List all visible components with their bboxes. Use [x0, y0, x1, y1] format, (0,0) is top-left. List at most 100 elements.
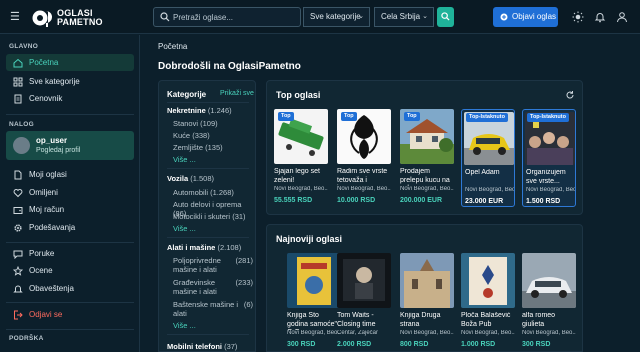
logo[interactable]: OGLASI PAMETNO — [32, 6, 112, 30]
top-badge: Top — [404, 112, 420, 121]
sidebar-item-my-ads[interactable]: Moji oglasi — [6, 166, 134, 183]
category-item[interactable]: Baštenske mašine i alati (6) — [173, 300, 253, 318]
logout-label: Odjavi se — [29, 310, 63, 319]
ad-location: Novi Beograd, Beo... — [337, 186, 391, 192]
ad-location: Novi Beograd, Beo... — [287, 330, 341, 336]
category-item[interactable]: Građevinske mašine i alati (233) — [173, 278, 253, 296]
refresh-icon[interactable] — [565, 90, 575, 100]
ad-card-featured[interactable]: Top-Istaknuto Opel Adam Novi Beograd, Be… — [461, 109, 515, 207]
ad-location: Centar, Zaječar — [337, 330, 379, 336]
sidebar-item-account[interactable]: Moj račun — [6, 201, 134, 218]
ad-location: Novi Beograd, Beo... — [400, 186, 454, 192]
logout-button[interactable]: Odjavi se — [6, 306, 134, 323]
category-item[interactable]: Kuće (338) — [173, 131, 253, 140]
page-title: Dobrodošli na OglasiPametno — [158, 61, 301, 72]
star-icon — [13, 266, 23, 276]
ad-title: Sjajan lego set zeleni! — [274, 168, 320, 184]
ad-title: Prodajem prelepu kucu na selu — [400, 168, 450, 186]
divider — [6, 329, 134, 330]
section-title-support: PODRŠKA — [9, 335, 44, 342]
divider — [6, 242, 134, 243]
category-group-real-estate[interactable]: Nekretnine (1.246) — [167, 106, 232, 115]
sidebar-item-home[interactable]: Početna — [6, 54, 134, 71]
categories-title: Kategorije — [167, 90, 207, 99]
view-profile-link: Pogledaj profil — [36, 147, 81, 154]
grid-icon — [13, 77, 23, 87]
chat-icon — [13, 250, 23, 259]
category-group-vehicles[interactable]: Vozila (1.508) — [167, 174, 214, 183]
category-item[interactable]: Stanovi (109) — [173, 119, 253, 128]
ad-location: Novi Beograd, Beo... — [400, 330, 454, 336]
category-item[interactable]: Zemljište (135) — [173, 143, 253, 152]
wallet-icon — [13, 207, 23, 214]
search-button[interactable] — [437, 7, 454, 27]
post-ad-label: Objavi oglas — [512, 12, 557, 21]
sidebar-item-pricing[interactable]: Cenovnik — [6, 90, 134, 107]
ad-price: 1.500 RSD — [526, 198, 561, 205]
show-all-link[interactable]: Prikaži sve — [220, 90, 254, 97]
ad-image-record — [461, 253, 515, 308]
sidebar-item-all-categories[interactable]: Sve kategorije — [6, 73, 134, 90]
home-icon — [13, 58, 23, 68]
ad-title: Organizujem sve vrste... — [526, 169, 566, 185]
more-link[interactable]: Više ... — [173, 321, 196, 330]
categories-panel: Kategorije Prikaži sve Nekretnine (1.246… — [158, 80, 256, 352]
ad-price: 55.555 RSD — [274, 197, 313, 204]
ad-price: 300 RSD — [522, 341, 551, 348]
ad-price: 23.000 EUR — [465, 198, 504, 205]
top-ads-title: Top oglasi — [276, 90, 321, 100]
newest-ads-title: Najnoviji oglasi — [276, 234, 343, 244]
ad-price: 300 RSD — [287, 341, 316, 348]
more-link[interactable]: Više ... — [173, 224, 196, 233]
category-group-tools[interactable]: Alati i mašine (2.108) — [167, 243, 241, 252]
sidebar-item-notifications[interactable]: Obaveštenja — [6, 280, 134, 297]
breadcrumb[interactable]: Početna — [158, 42, 187, 51]
divider — [167, 168, 249, 169]
sidebar-item-label: Ocene — [29, 266, 53, 275]
ad-title: alfa romeo giulieta — [522, 312, 556, 328]
ad-price: 2.000 RSD — [337, 341, 372, 348]
theme-sun-icon[interactable] — [572, 11, 584, 23]
location-select[interactable]: Cela Srbija ⌄ — [374, 7, 434, 27]
ad-title: Ploča Balašević Boža Pub — [461, 312, 511, 328]
ad-title: Radim sve vrste tetovaža i imam... — [337, 168, 388, 186]
user-profile-card[interactable]: op_user Pogledaj profil — [6, 131, 134, 160]
logout-icon — [14, 310, 23, 320]
search-icon — [160, 12, 170, 22]
logo-mark-icon — [32, 10, 52, 27]
gear-icon — [14, 224, 22, 232]
ad-location: Novi Beograd, Beo... — [526, 187, 575, 193]
divider — [6, 114, 134, 115]
sidebar-item-label: Moj račun — [29, 205, 65, 214]
divider — [167, 334, 249, 335]
sidebar-item-settings[interactable]: Podešavanja — [6, 219, 134, 236]
section-title-account: NALOG — [9, 121, 34, 128]
sidebar-item-label: Poruke — [29, 249, 55, 258]
ad-card-featured[interactable]: Top-Istaknuto Organizujem sve vrste... N… — [522, 109, 576, 207]
sidebar-item-favorites[interactable]: Omiljeni — [6, 184, 134, 201]
search-box[interactable] — [153, 7, 301, 27]
divider — [167, 237, 249, 238]
post-ad-button[interactable]: Objavi oglas — [493, 7, 558, 27]
top-bar: ☰ OGLASI PAMETNO Sve kategorije⌄ Cela Sr… — [0, 0, 640, 34]
category-select[interactable]: Sve kategorije ⌄ — [303, 7, 370, 27]
sidebar-item-label: Cenovnik — [29, 94, 63, 103]
divider — [6, 302, 134, 303]
ad-price: 1.000 RSD — [461, 341, 496, 348]
category-group-phones[interactable]: Mobilni telefoni (37) — [167, 342, 237, 351]
menu-icon[interactable]: ☰ — [10, 11, 22, 23]
bell-icon[interactable] — [594, 11, 606, 23]
ad-location: Novi Beograd, Beo... — [461, 330, 515, 336]
category-item[interactable]: Automobili (1.268) — [173, 188, 253, 197]
ad-image-book — [287, 253, 341, 308]
ad-location: Novi Beograd, Beo... — [522, 330, 576, 336]
receipt-icon — [14, 94, 22, 104]
user-icon[interactable] — [616, 11, 628, 23]
category-item[interactable]: Poljoprivredne mašine i alati (281) — [173, 256, 253, 274]
more-link[interactable]: Više ... — [173, 155, 196, 164]
sidebar-item-ratings[interactable]: Ocene — [6, 262, 134, 279]
sidebar-item-messages[interactable]: Poruke — [6, 245, 134, 262]
sidebar-item-label: Početna — [29, 58, 59, 67]
category-item[interactable]: Motocikli i skuteri (31) — [173, 212, 253, 221]
search-input[interactable] — [173, 10, 297, 25]
